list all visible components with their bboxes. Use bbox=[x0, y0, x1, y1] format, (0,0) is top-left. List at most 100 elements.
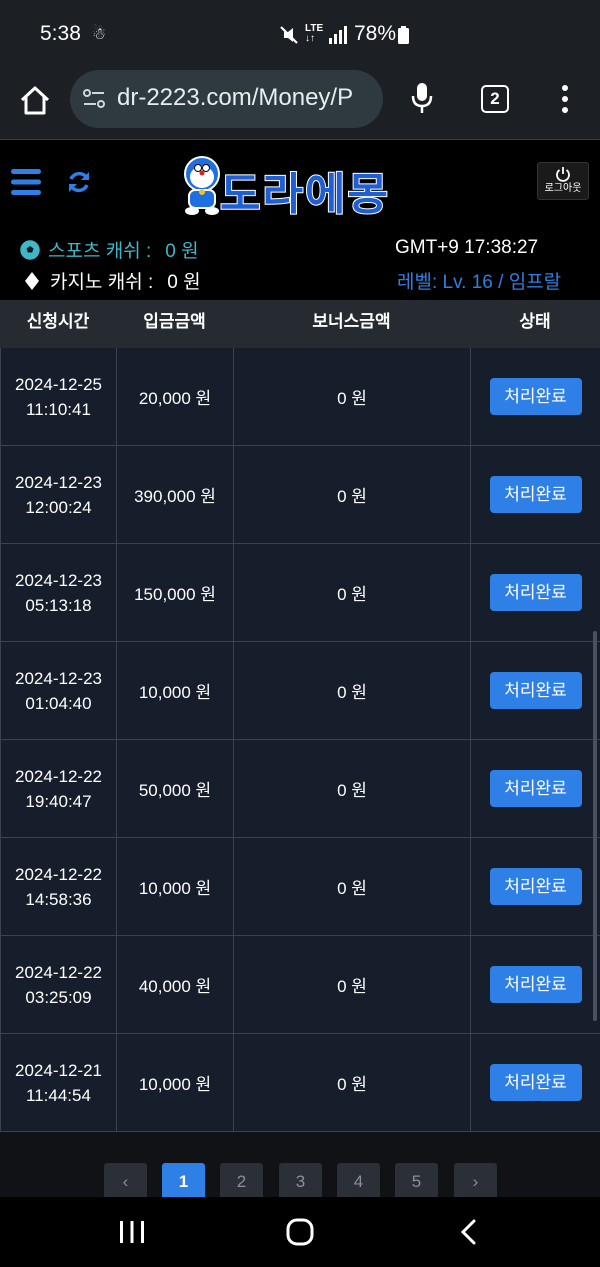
logout-button[interactable]: 로그아웃 bbox=[537, 162, 589, 200]
status-button[interactable]: 처리완료 bbox=[489, 574, 582, 611]
status-cell: 처리완료 bbox=[470, 642, 600, 739]
refresh-icon[interactable] bbox=[66, 169, 92, 195]
microphone-icon[interactable] bbox=[410, 82, 434, 114]
tabs-count: 2 bbox=[490, 89, 500, 108]
status-button[interactable]: 처리완료 bbox=[489, 1064, 582, 1101]
pagination: ‹ 1 2 3 4 5 › bbox=[0, 1132, 600, 1198]
deposit-amount: 40,000 원 bbox=[116, 936, 233, 1033]
logo-text: 도라에몽 bbox=[219, 169, 390, 220]
request-time: 03:25:09 bbox=[25, 987, 92, 1007]
request-time: 12:00:24 bbox=[25, 497, 92, 517]
url-text: dr-2223.com/Money/P bbox=[117, 84, 354, 111]
deposit-amount: 10,000 원 bbox=[116, 838, 233, 935]
bonus-amount: 0 원 bbox=[233, 544, 470, 641]
request-date: 2024-12-21 bbox=[15, 1060, 102, 1080]
page-button-5[interactable]: 5 bbox=[395, 1163, 438, 1198]
next-page-button[interactable]: › bbox=[454, 1163, 497, 1198]
notification-icon: ☃ bbox=[92, 26, 107, 43]
status-bar: 5:38 ☃ LTE ↓↑ 78% bbox=[0, 0, 600, 70]
deposit-history-table: 신청시간 입금금액 보너스금액 상태 2024-12-25 11:10:41 20… bbox=[0, 300, 600, 1132]
deposit-amount: 390,000 원 bbox=[116, 446, 233, 543]
page-button-2[interactable]: 2 bbox=[220, 1163, 263, 1198]
page-button-1[interactable]: 1 bbox=[162, 1163, 205, 1198]
deposit-amount: 10,000 원 bbox=[116, 642, 233, 739]
battery-icon bbox=[398, 26, 409, 44]
bonus-amount: 0 원 bbox=[233, 740, 470, 837]
sports-cash-row: 스포츠 캐쉬 : 0 원 bbox=[20, 236, 199, 263]
request-time: 19:40:47 bbox=[25, 791, 92, 811]
status-button[interactable]: 처리완료 bbox=[489, 966, 582, 1003]
server-clock: GMT+9 17:38:27 bbox=[395, 237, 539, 258]
status-cell: 처리완료 bbox=[470, 838, 600, 935]
url-bar[interactable]: dr-2223.com/Money/P bbox=[70, 70, 383, 128]
status-button[interactable]: 처리완료 bbox=[489, 770, 582, 807]
request-time-cell: 2024-12-23 01:04:40 bbox=[0, 642, 116, 739]
status-button[interactable]: 처리완료 bbox=[489, 672, 582, 709]
doraemon-mascot-icon bbox=[184, 156, 220, 215]
bonus-amount: 0 원 bbox=[233, 348, 470, 445]
request-date: 2024-12-23 bbox=[15, 472, 102, 492]
battery-text: 78% bbox=[354, 22, 397, 45]
browser-address-bar: dr-2223.com/Money/P 2 bbox=[0, 70, 600, 140]
table-row: 2024-12-22 03:25:09 40,000 원 0 원 처리완료 bbox=[0, 936, 600, 1034]
page-scrollbar[interactable] bbox=[593, 631, 597, 1021]
nav-home-icon[interactable] bbox=[286, 1218, 314, 1246]
table-row: 2024-12-23 01:04:40 10,000 원 0 원 처리완료 bbox=[0, 642, 600, 740]
site-logo[interactable]: 도라에몽 bbox=[180, 150, 430, 220]
back-icon[interactable] bbox=[458, 1219, 478, 1245]
request-time: 11:10:41 bbox=[26, 399, 91, 419]
status-button[interactable]: 처리완료 bbox=[489, 476, 582, 513]
recent-apps-icon[interactable] bbox=[119, 1220, 145, 1244]
table-row: 2024-12-25 11:10:41 20,000 원 0 원 처리완료 bbox=[0, 348, 600, 446]
request-date: 2024-12-23 bbox=[15, 668, 102, 688]
page-button-3[interactable]: 3 bbox=[279, 1163, 322, 1198]
request-date: 2024-12-22 bbox=[15, 962, 102, 982]
request-time: 14:58:36 bbox=[25, 889, 92, 909]
table-row: 2024-12-21 11:44:54 10,000 원 0 원 처리완료 bbox=[0, 1034, 600, 1132]
mute-icon bbox=[280, 26, 298, 44]
deposit-amount: 10,000 원 bbox=[116, 1034, 233, 1131]
bonus-amount: 0 원 bbox=[233, 1034, 470, 1131]
table-row: 2024-12-23 12:00:24 390,000 원 0 원 처리완료 bbox=[0, 446, 600, 544]
hamburger-menu-icon[interactable] bbox=[11, 168, 41, 196]
request-time-cell: 2024-12-23 12:00:24 bbox=[0, 446, 116, 543]
bonus-amount: 0 원 bbox=[233, 446, 470, 543]
header-request-time: 신청시간 bbox=[26, 312, 90, 331]
status-button[interactable]: 처리완료 bbox=[489, 378, 582, 415]
user-level: 레벨: Lv. 16 / 임프랄 bbox=[397, 272, 562, 293]
table-row: 2024-12-22 14:58:36 10,000 원 0 원 처리완료 bbox=[0, 838, 600, 936]
table-header: 신청시간 입금금액 보너스금액 상태 bbox=[0, 300, 600, 348]
request-date: 2024-12-22 bbox=[15, 864, 102, 884]
logout-label: 로그아웃 bbox=[544, 183, 582, 194]
status-cell: 처리완료 bbox=[470, 348, 600, 445]
signal-icon bbox=[329, 26, 347, 44]
casino-cash-value: 0 원 bbox=[167, 272, 201, 293]
page-button-4[interactable]: 4 bbox=[337, 1163, 380, 1198]
request-time-cell: 2024-12-21 11:44:54 bbox=[0, 1034, 116, 1131]
prev-page-button[interactable]: ‹ bbox=[104, 1163, 147, 1198]
lte-icon: LTE ↓↑ bbox=[305, 23, 324, 44]
bonus-amount: 0 원 bbox=[233, 642, 470, 739]
header-deposit-amount: 입금금액 bbox=[143, 312, 206, 331]
more-menu-icon[interactable] bbox=[560, 84, 570, 114]
bonus-amount: 0 원 bbox=[233, 936, 470, 1033]
request-time-cell: 2024-12-25 11:10:41 bbox=[0, 348, 116, 445]
table-row: 2024-12-22 19:40:47 50,000 원 0 원 처리완료 bbox=[0, 740, 600, 838]
header-status: 상태 bbox=[519, 312, 551, 331]
deposit-amount: 150,000 원 bbox=[116, 544, 233, 641]
deposit-amount: 20,000 원 bbox=[116, 348, 233, 445]
status-button[interactable]: 처리완료 bbox=[489, 868, 582, 905]
request-time-cell: 2024-12-22 03:25:09 bbox=[0, 936, 116, 1033]
bonus-amount: 0 원 bbox=[233, 838, 470, 935]
request-date: 2024-12-23 bbox=[15, 570, 102, 590]
sports-cash-value: 0 원 bbox=[165, 241, 199, 262]
site-settings-icon[interactable] bbox=[82, 88, 106, 110]
tabs-count-button[interactable]: 2 bbox=[481, 85, 509, 113]
status-cell: 처리완료 bbox=[470, 544, 600, 641]
home-icon[interactable] bbox=[18, 84, 52, 118]
diamond-icon bbox=[25, 272, 39, 290]
power-icon bbox=[556, 167, 570, 182]
status-cell: 처리완료 bbox=[470, 446, 600, 543]
request-date: 2024-12-25 bbox=[15, 374, 102, 394]
request-date: 2024-12-22 bbox=[15, 766, 102, 786]
